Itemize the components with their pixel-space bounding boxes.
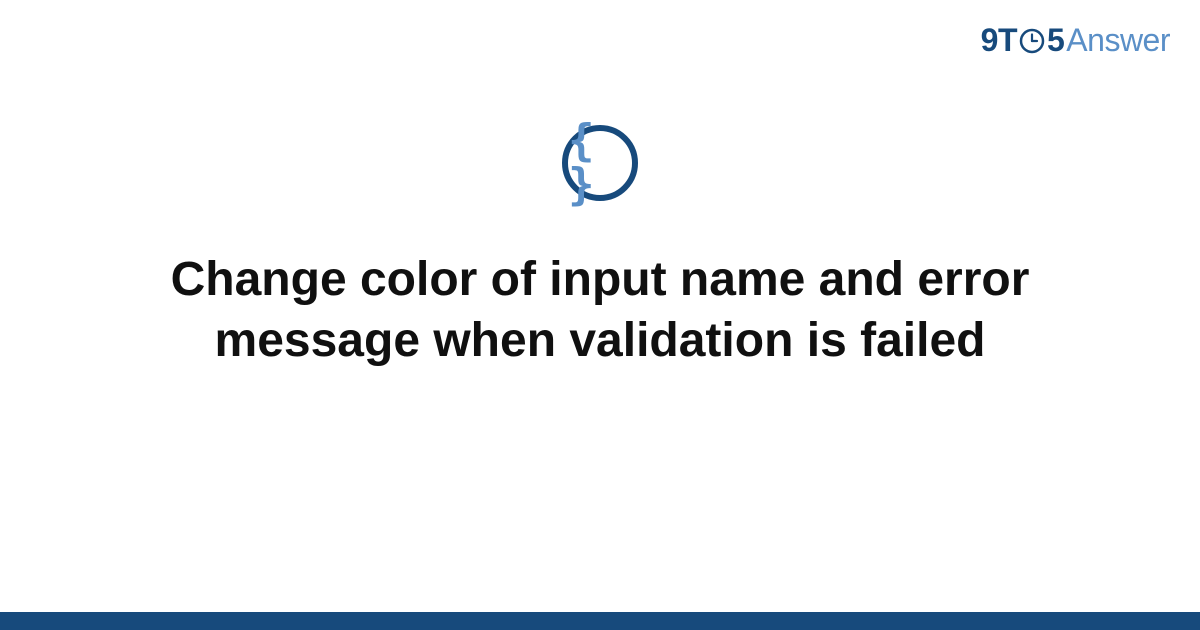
braces-glyph: { }: [568, 119, 632, 207]
logo-t: T: [998, 22, 1017, 59]
footer-bar: [0, 612, 1200, 630]
site-logo[interactable]: 9 T 5 Answer: [981, 22, 1170, 59]
logo-answer: Answer: [1066, 22, 1170, 59]
logo-nine: 9: [981, 22, 998, 59]
clock-icon: [1018, 27, 1046, 55]
question-title: Change color of input name and error mes…: [150, 249, 1050, 372]
code-braces-icon: { }: [562, 125, 638, 201]
logo-five: 5: [1047, 22, 1064, 59]
main-content: { } Change color of input name and error…: [0, 125, 1200, 372]
